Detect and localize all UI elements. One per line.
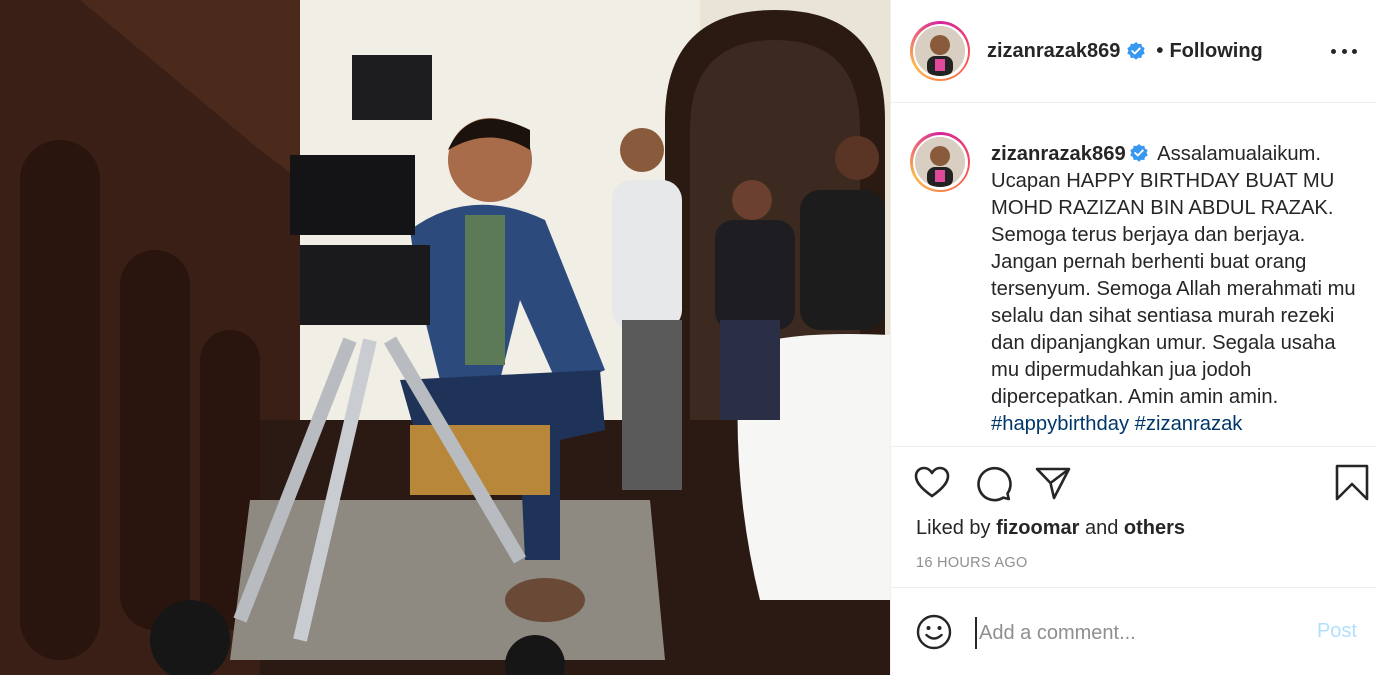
header-username-row: zizanrazak869 • Following (987, 40, 1263, 63)
caption-username[interactable]: zizanrazak869 (991, 143, 1126, 165)
following-button[interactable]: Following (1169, 40, 1262, 63)
post-side-panel: zizanrazak869 • Following zizanrazak869 … (890, 0, 1377, 675)
share-icon[interactable] (1034, 464, 1072, 502)
smiley-icon[interactable] (915, 613, 953, 651)
comment-bar: Post (891, 587, 1377, 675)
post-caption: zizanrazak869 Assalamualaikum. Ucapan HA… (891, 103, 1377, 445)
likes-summary: Liked by fizoomar and others (916, 517, 1185, 540)
comment-icon[interactable] (974, 464, 1012, 502)
heart-icon[interactable] (913, 464, 951, 502)
header-username[interactable]: zizanrazak869 (987, 40, 1120, 63)
liked-prefix: Liked by (916, 517, 991, 539)
liked-others-link[interactable]: others (1124, 517, 1185, 539)
liked-user-link[interactable]: fizoomar (996, 517, 1079, 539)
comment-input[interactable] (975, 617, 1305, 649)
action-icon-row (891, 447, 1377, 519)
instagram-post-view: zizanrazak869 • Following zizanrazak869 … (0, 0, 1377, 675)
post-photo[interactable] (0, 0, 890, 675)
caption-avatar[interactable] (910, 132, 970, 192)
photo-illustration (0, 0, 890, 675)
verified-badge-icon (1129, 143, 1149, 163)
hashtag-link[interactable]: #happybirthday (991, 413, 1129, 435)
profile-avatar[interactable] (910, 21, 970, 81)
liked-and: and (1084, 517, 1119, 539)
header-separator: • (1156, 39, 1164, 62)
caption-text-block: zizanrazak869 Assalamualaikum. Ucapan HA… (991, 141, 1357, 445)
post-comment-button[interactable]: Post (1317, 620, 1357, 643)
bookmark-icon[interactable] (1333, 464, 1371, 502)
post-timestamp[interactable]: 16 HOURS AGO (916, 555, 1028, 571)
more-horizontal-icon[interactable] (1331, 38, 1357, 64)
verified-badge-icon (1126, 41, 1146, 61)
post-header: zizanrazak869 • Following (891, 0, 1377, 103)
hashtag-link[interactable]: #zizanrazak (1135, 413, 1243, 435)
caption-body: Assalamualaikum. Ucapan HAPPY BIRTHDAY B… (991, 143, 1356, 408)
